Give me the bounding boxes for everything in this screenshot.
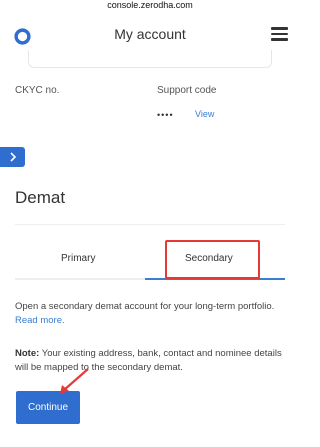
ckyc-label: CKYC no. — [15, 85, 60, 96]
tab-primary[interactable]: Primary — [61, 253, 95, 264]
support-code-label: Support code — [157, 85, 217, 96]
note-text: Your existing address, bank, contact and… — [15, 348, 282, 373]
support-code-masked: •••• — [157, 110, 174, 120]
section-divider — [15, 224, 285, 225]
view-support-code-link[interactable]: View — [195, 109, 214, 119]
pointer-arrow-icon — [60, 368, 89, 394]
tab-primary-underline — [15, 278, 145, 280]
side-panel-toggle[interactable] — [0, 147, 25, 167]
browser-url: console.zerodha.com — [0, 0, 300, 11]
description-text: Open a secondary demat account for your … — [15, 301, 275, 312]
note-label: Note: — [15, 348, 40, 359]
secondary-demat-description: Open a secondary demat account for your … — [15, 300, 285, 328]
hamburger-menu-icon[interactable] — [271, 27, 288, 41]
read-more-link[interactable]: Read more. — [15, 315, 65, 326]
account-card — [28, 50, 272, 68]
secondary-tab-highlight — [165, 240, 260, 279]
section-title: Demat — [15, 188, 66, 207]
chevron-right-icon — [9, 152, 16, 162]
